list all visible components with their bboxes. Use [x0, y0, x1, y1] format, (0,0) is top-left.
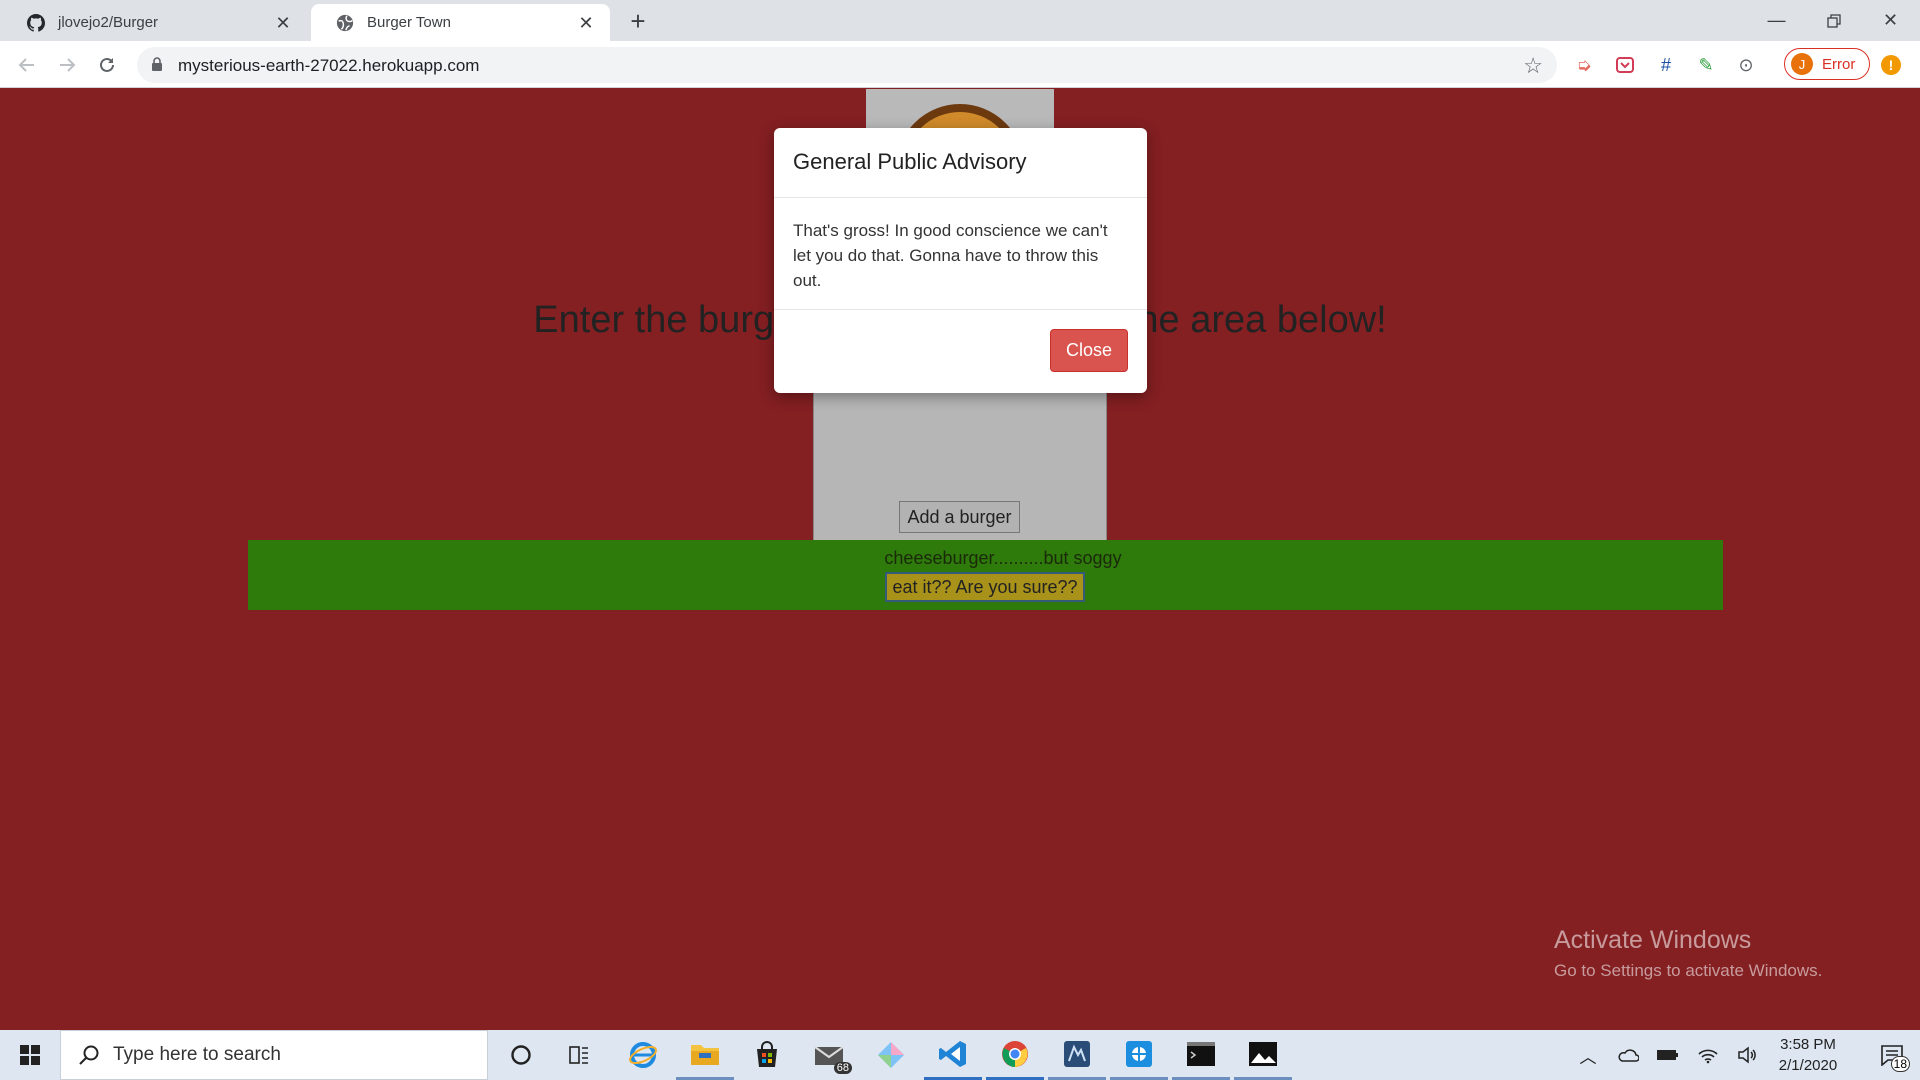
vscode-icon[interactable] [924, 1030, 982, 1080]
task-view-icon[interactable] [550, 1030, 608, 1080]
chrome-icon[interactable] [986, 1030, 1044, 1080]
watermark-subtitle: Go to Settings to activate Windows. [1554, 961, 1823, 980]
new-tab-icon[interactable]: + [624, 8, 652, 36]
app-circle-icon[interactable] [1110, 1030, 1168, 1080]
github-icon [26, 13, 46, 33]
extension-arrow-icon[interactable]: ➭ [1572, 53, 1596, 77]
mail-icon[interactable]: 68 [800, 1030, 858, 1080]
profile-status: Error [1822, 55, 1856, 73]
windows-start-icon[interactable] [0, 1030, 60, 1080]
modal-footer: Close [774, 310, 1147, 390]
bookmark-star-icon[interactable]: ☆ [1523, 53, 1543, 79]
close-button[interactable]: Close [1050, 329, 1128, 372]
chevron-up-icon[interactable]: ︿ [1570, 1030, 1606, 1080]
tab-title: Burger Town [367, 14, 451, 31]
advisory-modal: General Public Advisory That's gross! In… [774, 128, 1147, 393]
url-text[interactable]: mysterious-earth-27022.herokuapp.com [178, 56, 479, 76]
taskbar-clock[interactable]: 3:58 PM 2/1/2020 [1768, 1034, 1848, 1076]
clock-date: 2/1/2020 [1778, 1057, 1838, 1074]
tab-burger-town[interactable]: Burger Town ✕ [311, 4, 610, 41]
address-bar[interactable]: mysterious-earth-27022.herokuapp.com ☆ [137, 47, 1557, 83]
close-window-icon[interactable]: ✕ [1862, 0, 1919, 41]
restore-icon[interactable] [1805, 0, 1862, 41]
browser-toolbar: mysterious-earth-27022.herokuapp.com ☆ ➭… [0, 41, 1920, 88]
taskbar: Type here to search 68 ︿ 3:58 PM 2/1/202… [0, 1030, 1920, 1080]
search-placeholder: Type here to search [113, 1044, 281, 1065]
volume-icon[interactable] [1730, 1030, 1766, 1080]
search-icon [79, 1045, 99, 1065]
tab-github[interactable]: jlovejo2/Burger ✕ [2, 4, 307, 41]
photos-icon[interactable] [1234, 1030, 1292, 1080]
avatar: J [1791, 53, 1813, 75]
onedrive-icon[interactable] [1610, 1030, 1646, 1080]
terminal-icon[interactable] [1172, 1030, 1230, 1080]
profile-error-chip[interactable]: J Error [1784, 48, 1870, 80]
watermark-title: Activate Windows [1554, 926, 1752, 954]
store-icon[interactable] [738, 1030, 796, 1080]
mail-badge: 68 [833, 1062, 852, 1074]
wifi-icon[interactable] [1690, 1030, 1726, 1080]
taskbar-search-input[interactable]: Type here to search [60, 1030, 488, 1080]
modal-body: That's gross! In good conscience we can'… [774, 198, 1147, 310]
notification-center-icon[interactable]: 18 [1864, 1030, 1920, 1080]
minimize-icon[interactable]: — [1748, 0, 1805, 41]
close-icon[interactable]: ✕ [576, 13, 596, 33]
file-explorer-icon[interactable] [676, 1030, 734, 1080]
color-picker-icon[interactable]: ✎ [1694, 53, 1718, 77]
crop-tool-icon[interactable]: # [1654, 53, 1678, 77]
update-alert-icon[interactable]: ! [1881, 55, 1901, 75]
back-icon[interactable] [11, 49, 43, 81]
modal-title: General Public Advisory [774, 128, 1147, 198]
notification-badge: 18 [1890, 1056, 1910, 1072]
gitkraken-icon[interactable] [862, 1030, 920, 1080]
clock-time: 3:58 PM [1780, 1036, 1836, 1053]
code-extension-icon[interactable]: ⊙ [1734, 53, 1758, 77]
pocket-icon[interactable] [1613, 53, 1637, 77]
activate-windows-watermark: Activate Windows Go to Settings to activ… [1554, 926, 1822, 981]
close-icon[interactable]: ✕ [273, 13, 293, 33]
tab-strip: jlovejo2/Burger ✕ Burger Town ✕ + — ✕ [0, 0, 1920, 41]
cortana-icon[interactable] [492, 1030, 550, 1080]
mysql-workbench-icon[interactable] [1048, 1030, 1106, 1080]
tab-title: jlovejo2/Burger [58, 14, 159, 31]
forward-icon[interactable] [51, 49, 83, 81]
lock-icon[interactable] [151, 57, 163, 77]
reload-icon[interactable] [91, 49, 123, 81]
globe-icon [335, 13, 355, 33]
internet-explorer-icon[interactable] [614, 1030, 672, 1080]
battery-icon[interactable] [1650, 1030, 1686, 1080]
